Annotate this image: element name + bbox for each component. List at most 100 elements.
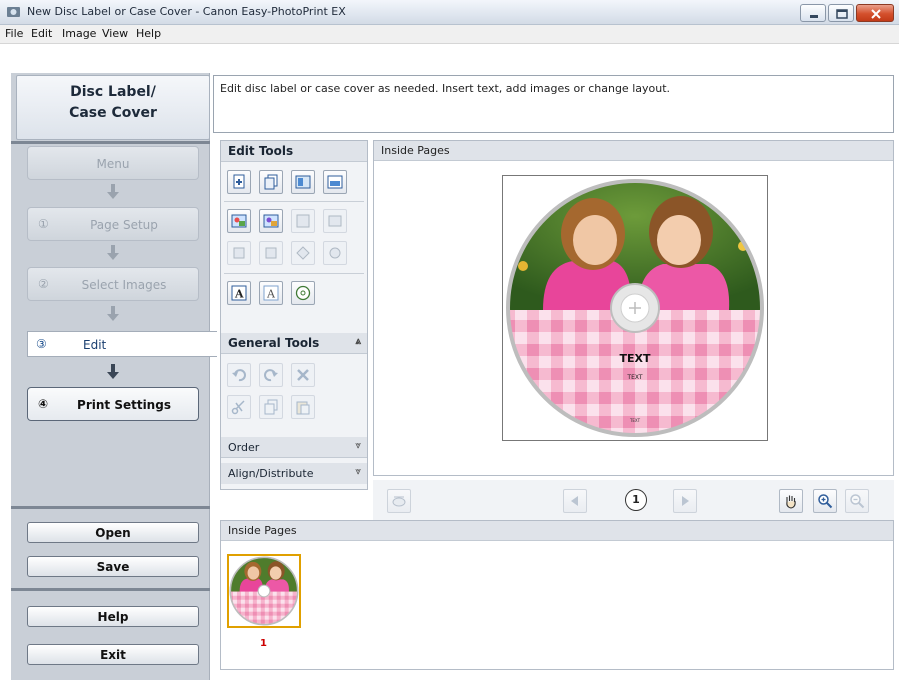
step-edit-number: ③ xyxy=(36,337,47,351)
sidebar-divider xyxy=(11,588,210,591)
align-distribute-header[interactable]: Align/Distribute ⩔ xyxy=(221,463,367,484)
add-text-button[interactable]: A xyxy=(227,281,251,305)
menu-help[interactable]: Help xyxy=(136,27,161,40)
edit-tools-header: Edit Tools xyxy=(221,141,367,162)
zoom-out-button[interactable] xyxy=(845,489,869,513)
menu-view[interactable]: View xyxy=(102,27,128,40)
crop-icon xyxy=(296,214,310,228)
menu-file[interactable]: File xyxy=(5,27,23,40)
reset-view-button[interactable] xyxy=(387,489,411,513)
step-edit-active[interactable]: ③ Edit xyxy=(27,331,217,357)
page-duplicate-button[interactable] xyxy=(259,170,283,194)
expand-icon[interactable]: ⩔ xyxy=(355,466,361,477)
effects-button[interactable] xyxy=(323,241,347,265)
delete-button[interactable] xyxy=(291,363,315,387)
step-select-images-button[interactable]: ② Select Images xyxy=(27,267,199,301)
layout-change-button[interactable] xyxy=(291,170,315,194)
maximize-button[interactable] xyxy=(828,4,854,22)
vertical-text-icon: A xyxy=(263,285,279,301)
add-vertical-text-button[interactable]: A xyxy=(259,281,283,305)
zoom-in-icon xyxy=(818,494,833,509)
paste-button[interactable] xyxy=(291,395,315,419)
rotate-right-button[interactable] xyxy=(259,241,283,265)
step-page-setup-button[interactable]: ① Page Setup xyxy=(27,207,199,241)
menu-edit[interactable]: Edit xyxy=(31,27,52,40)
disc-label[interactable]: TEXT TEXT TEXT xyxy=(503,176,767,440)
step-print-settings-label: Print Settings xyxy=(77,398,171,412)
order-header[interactable]: Order ⩔ xyxy=(221,437,367,458)
arrow-down-icon xyxy=(107,245,119,260)
page-add-button[interactable] xyxy=(227,170,251,194)
next-page-button[interactable] xyxy=(673,489,697,513)
replace-image-button[interactable] xyxy=(259,209,283,233)
sidebar-divider xyxy=(11,141,210,144)
replace-image-icon xyxy=(263,214,279,228)
disc-page[interactable]: TEXT TEXT TEXT xyxy=(502,175,768,441)
thumbnail-pane: Inside Pages 1 xyxy=(220,520,894,670)
redo-button[interactable] xyxy=(259,363,283,387)
edit-canvas-pane: Inside Pages TEXT TEXT TEXT xyxy=(373,140,894,476)
next-icon xyxy=(682,496,689,506)
sidebar-heading: Disc Label/ Case Cover xyxy=(16,75,210,140)
thumbnail-label: 1 xyxy=(260,638,267,649)
effects-icon xyxy=(329,247,341,259)
image-icon xyxy=(231,214,247,228)
step-menu-button[interactable]: Menu xyxy=(27,146,199,180)
rotate-left-button[interactable] xyxy=(227,241,251,265)
insert-image-button[interactable] xyxy=(227,209,251,233)
menu-image[interactable]: Image xyxy=(62,27,96,40)
tool-divider xyxy=(224,201,364,202)
zoom-out-icon xyxy=(850,494,865,509)
order-label: Order xyxy=(228,441,260,454)
background-button[interactable] xyxy=(323,170,347,194)
copy-button[interactable] xyxy=(259,395,283,419)
paste-icon xyxy=(296,401,310,415)
exit-button[interactable]: Exit xyxy=(27,644,199,665)
text-icon: A xyxy=(231,285,247,301)
disc-text-3[interactable]: TEXT xyxy=(629,418,641,423)
disc-text-2[interactable]: TEXT xyxy=(626,374,642,381)
title-bar: New Disc Label or Case Cover - Canon Eas… xyxy=(0,0,899,25)
open-button[interactable]: Open xyxy=(27,522,199,543)
minimize-button[interactable] xyxy=(800,4,826,22)
circular-text-button[interactable] xyxy=(291,281,315,305)
rotate-left-icon xyxy=(233,247,245,259)
arrow-down-icon xyxy=(107,184,119,199)
thumbnail-disc-image xyxy=(229,556,299,626)
flip-button[interactable] xyxy=(291,241,315,265)
page-number-indicator: 1 xyxy=(625,489,647,511)
flip-icon xyxy=(296,246,310,260)
app-icon xyxy=(7,7,20,17)
undo-button[interactable] xyxy=(227,363,251,387)
zoom-in-button[interactable] xyxy=(813,489,837,513)
general-tools-label: General Tools xyxy=(228,336,320,350)
hand-icon xyxy=(786,495,796,509)
collapse-icon[interactable]: ⩓ xyxy=(355,336,361,347)
navigation-bar: 1 xyxy=(373,480,894,520)
svg-text:A: A xyxy=(266,288,276,301)
help-button[interactable]: Help xyxy=(27,606,199,627)
step-select-images-label: Select Images xyxy=(81,278,167,292)
hand-tool-button[interactable] xyxy=(779,489,803,513)
step-print-settings-button[interactable]: ④ Print Settings xyxy=(27,387,199,421)
duplicate-page-icon xyxy=(264,174,278,190)
cut-button[interactable] xyxy=(227,395,251,419)
instructions-text: Edit disc label or case cover as needed.… xyxy=(220,82,671,95)
image-correct-button[interactable] xyxy=(323,209,347,233)
save-button[interactable]: Save xyxy=(27,556,199,577)
previous-page-button[interactable] xyxy=(563,489,587,513)
page-thumbnail[interactable] xyxy=(227,554,301,628)
crop-button[interactable] xyxy=(291,209,315,233)
close-button[interactable] xyxy=(856,4,894,22)
undo-icon xyxy=(232,369,246,382)
disc-text-icon xyxy=(295,285,311,301)
align-distribute-label: Align/Distribute xyxy=(228,467,314,480)
disc-text-1[interactable]: TEXT xyxy=(619,352,650,365)
disc-print-icon xyxy=(392,496,406,507)
rotate-right-icon xyxy=(265,247,277,259)
sidebar-heading-line1: Disc Label/ xyxy=(70,84,156,100)
step-menu-label: Menu xyxy=(96,157,130,171)
thumbnail-header: Inside Pages xyxy=(221,521,893,541)
expand-icon[interactable]: ⩔ xyxy=(355,440,361,451)
general-tools-header: General Tools ⩓ xyxy=(221,333,367,354)
